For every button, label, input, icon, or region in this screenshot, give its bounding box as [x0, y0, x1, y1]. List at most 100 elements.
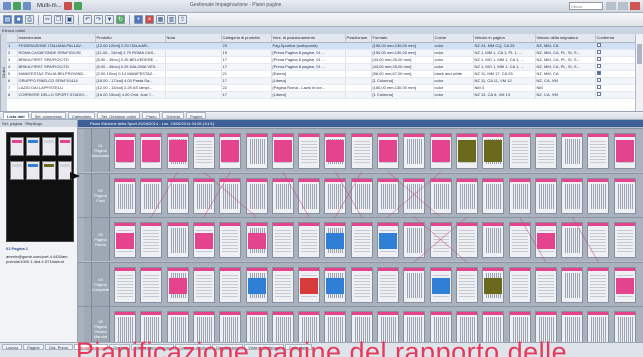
- ad-block[interactable]: [247, 278, 266, 294]
- page-cell[interactable]: [219, 178, 242, 214]
- page-cell[interactable]: [429, 133, 452, 169]
- page-cell[interactable]: [587, 133, 610, 169]
- page-cell[interactable]: [166, 222, 189, 258]
- ad-block[interactable]: [379, 140, 397, 162]
- table-row[interactable]: 2 ROMA CASAFONDE SPA/FIGC/SI [11.00 - 15/m…: [7, 49, 636, 57]
- column-header[interactable]: Veicolo della segnatura: [535, 34, 596, 43]
- thumbnail-strip[interactable]: [6, 132, 74, 242]
- page-thumbnail[interactable]: [58, 137, 72, 156]
- page-cell[interactable]: [508, 133, 531, 169]
- page-cell[interactable]: [114, 133, 136, 169]
- ad-block[interactable]: [194, 233, 213, 249]
- page-cell[interactable]: [324, 178, 347, 214]
- page-cell[interactable]: [140, 178, 163, 214]
- page-cell[interactable]: [508, 178, 531, 214]
- page-cell[interactable]: [114, 222, 136, 258]
- ad-block[interactable]: [326, 233, 345, 249]
- delete-icon[interactable]: ×: [145, 15, 154, 24]
- page-cell[interactable]: [534, 267, 557, 303]
- page-cell[interactable]: [245, 267, 268, 303]
- export-icon[interactable]: ⇪: [178, 15, 187, 24]
- add-icon[interactable]: +: [134, 15, 143, 24]
- page-cell[interactable]: [403, 267, 426, 303]
- page-cell[interactable]: [429, 222, 452, 258]
- page-cell[interactable]: [482, 133, 505, 169]
- redo-icon[interactable]: ↷: [94, 15, 103, 24]
- page-cell[interactable]: [613, 267, 636, 303]
- page-cell[interactable]: [482, 222, 505, 258]
- page-thumbnail[interactable]: [26, 137, 40, 156]
- ad-block[interactable]: [431, 278, 450, 294]
- page-cell[interactable]: [403, 133, 426, 169]
- column-header[interactable]: Nota: [165, 34, 222, 43]
- column-header[interactable]: Conferma: [595, 34, 636, 43]
- page-cell[interactable]: [482, 178, 505, 214]
- table-row[interactable]: 8 CORRIERE DELLO SPORT-STADIO... [16.00 15…: [7, 91, 636, 99]
- page-cell[interactable]: [534, 178, 557, 214]
- filter-icon[interactable]: ▼: [105, 15, 114, 24]
- page-cell[interactable]: [561, 178, 584, 214]
- ad-block[interactable]: [615, 278, 634, 294]
- page-cell[interactable]: [429, 267, 452, 303]
- page-cell[interactable]: [271, 222, 294, 258]
- confirm-checkbox[interactable]: [596, 71, 601, 76]
- open-icon[interactable]: ▤: [3, 15, 12, 24]
- page-cell[interactable]: [534, 133, 557, 169]
- confirm-checkbox[interactable]: [596, 78, 601, 83]
- page-cell[interactable]: [271, 133, 294, 169]
- page-cell[interactable]: [377, 267, 399, 303]
- column-header[interactable]: Vers. di posizionamento: [271, 34, 346, 43]
- page-cell[interactable]: [324, 133, 347, 169]
- refresh-icon[interactable]: ↻: [116, 15, 125, 24]
- edit-icon[interactable]: [23, 2, 31, 10]
- ad-block[interactable]: [116, 233, 134, 249]
- stop-icon[interactable]: [63, 2, 72, 10]
- ad-block[interactable]: [168, 140, 187, 162]
- column-header[interactable]: Inserzionista: [17, 34, 96, 43]
- page-cell[interactable]: [140, 267, 163, 303]
- play-icon[interactable]: [73, 2, 82, 10]
- page-thumbnail[interactable]: [42, 137, 56, 156]
- page-cell[interactable]: [561, 222, 584, 258]
- page-cell[interactable]: [271, 267, 294, 303]
- ad-block[interactable]: [273, 140, 292, 162]
- page-cell[interactable]: [219, 267, 242, 303]
- confirm-checkbox[interactable]: [596, 50, 601, 55]
- page-cell[interactable]: [587, 267, 610, 303]
- layout-icon[interactable]: ▥: [167, 15, 176, 24]
- page-cell[interactable]: [140, 222, 163, 258]
- column-header[interactable]: [7, 34, 18, 43]
- page-cell[interactable]: [561, 267, 584, 303]
- page-cell[interactable]: [377, 178, 399, 214]
- scrollbar-thumb[interactable]: [637, 44, 642, 64]
- minimize-button[interactable]: [606, 2, 616, 10]
- table-row[interactable]: 4 BRIKA FIRST SPA/FIGC/TD [5.00 - 45/cc] 0…: [7, 63, 636, 71]
- page-cell[interactable]: [114, 267, 136, 303]
- ad-block[interactable]: [326, 140, 345, 162]
- table-row[interactable]: 3 BRIKA FIRST SPA/FIGC/TD [5.00 - 45/cc] 0…: [7, 56, 636, 64]
- page-cell[interactable]: [350, 222, 373, 258]
- table-row[interactable]: 5 MANIFESTAZ ITALIA BELPROVIND... [2.00 19…: [7, 70, 636, 78]
- page-cell[interactable]: [140, 133, 163, 169]
- page-cell[interactable]: [324, 267, 347, 303]
- page-cell[interactable]: [192, 267, 215, 303]
- confirm-checkbox[interactable]: [596, 64, 601, 69]
- ad-block[interactable]: [536, 233, 555, 249]
- page-cell[interactable]: [508, 222, 531, 258]
- page-cell[interactable]: [350, 178, 373, 214]
- ad-block[interactable]: [379, 233, 397, 249]
- ad-block[interactable]: [300, 278, 319, 294]
- page-cell[interactable]: [192, 178, 215, 214]
- page-cell[interactable]: [508, 267, 531, 303]
- grid-scrollbar[interactable]: [635, 34, 643, 111]
- page-thumbnail[interactable]: [10, 137, 24, 156]
- column-header[interactable]: Formato: [371, 34, 434, 43]
- page-cell[interactable]: [561, 133, 584, 169]
- ad-block[interactable]: [221, 140, 240, 162]
- page-cell[interactable]: [166, 267, 189, 303]
- undo-icon[interactable]: ↶: [83, 15, 92, 24]
- page-cell[interactable]: [613, 133, 636, 169]
- page-cell[interactable]: [613, 222, 636, 258]
- page-cell[interactable]: [613, 178, 636, 214]
- table-row[interactable]: 1 FEDERAZIONE ITALIANA PALLAV... [12.00 12…: [7, 42, 636, 50]
